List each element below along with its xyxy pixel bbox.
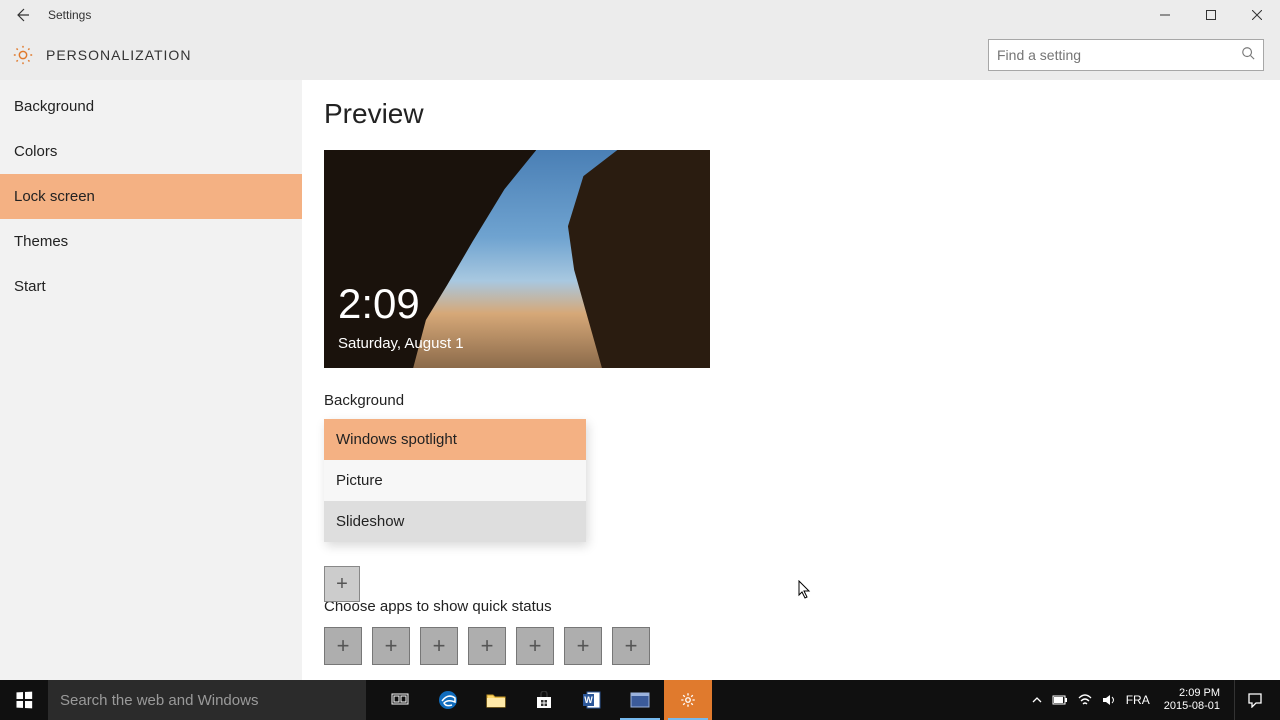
taskbar-search[interactable]: Search the web and Windows [48, 680, 366, 720]
wifi-icon[interactable] [1078, 694, 1092, 706]
content-pane: Preview 2:09 Saturday, August 1 Backgrou… [302, 80, 1280, 680]
search-icon [1241, 46, 1255, 65]
option-label: Slideshow [336, 513, 404, 530]
quick-status-tile[interactable]: + [516, 627, 554, 665]
folder-icon [486, 692, 506, 708]
edge-button[interactable] [424, 680, 472, 720]
back-button[interactable] [0, 0, 44, 30]
sidebar-item-label: Themes [14, 233, 68, 250]
sidebar-item-colors[interactable]: Colors [0, 129, 302, 174]
settings-search-input[interactable] [997, 47, 1241, 63]
preview-heading: Preview [324, 98, 1258, 130]
option-label: Picture [336, 472, 383, 489]
background-label: Background [324, 392, 1258, 409]
sidebar-item-label: Background [14, 98, 94, 115]
titlebar: Settings [0, 0, 1280, 30]
settings-search[interactable] [988, 39, 1264, 71]
word-icon: W [582, 690, 602, 710]
edge-icon [438, 690, 458, 710]
close-button[interactable] [1234, 0, 1280, 30]
sidebar-item-background[interactable]: Background [0, 84, 302, 129]
task-view-button[interactable] [376, 680, 424, 720]
sidebar-item-label: Start [14, 278, 46, 295]
tray-chevron-icon[interactable] [1032, 695, 1042, 705]
option-slideshow[interactable]: Slideshow [324, 501, 586, 542]
category-title: PERSONALIZATION [46, 47, 191, 63]
language-indicator[interactable]: FRA [1126, 693, 1150, 707]
notification-icon [1247, 692, 1263, 708]
option-windows-spotlight[interactable]: Windows spotlight [324, 419, 586, 460]
header-row: PERSONALIZATION [0, 30, 1280, 80]
window-title: Settings [48, 8, 91, 22]
task-icons: W [376, 680, 712, 720]
cursor-icon [798, 580, 812, 600]
task-view-icon [391, 693, 409, 707]
option-label: Windows spotlight [336, 431, 457, 448]
sidebar-item-label: Colors [14, 143, 57, 160]
maximize-icon [1206, 10, 1216, 20]
close-icon [1252, 10, 1262, 20]
option-picture[interactable]: Picture [324, 460, 586, 501]
settings-window: Settings PERSONALIZATION Background Colo… [0, 0, 1280, 680]
app-button[interactable] [616, 680, 664, 720]
arrow-left-icon [14, 7, 30, 23]
quick-status-tile[interactable]: + [564, 627, 602, 665]
lockscreen-preview: 2:09 Saturday, August 1 [324, 150, 710, 368]
quick-status-tile[interactable]: + [420, 627, 458, 665]
store-icon [535, 691, 553, 709]
taskbar-search-placeholder: Search the web and Windows [60, 692, 258, 709]
minimize-button[interactable] [1142, 0, 1188, 30]
gear-icon [12, 44, 34, 66]
quick-status-tiles: + + + + + + + [324, 627, 1258, 665]
preview-time: 2:09 [338, 280, 420, 328]
file-explorer-button[interactable] [472, 680, 520, 720]
add-app-detailed-tile[interactable]: + [324, 566, 360, 602]
quick-status-tile[interactable]: + [612, 627, 650, 665]
taskbar-clock[interactable]: 2:09 PM 2015-08-01 [1160, 687, 1224, 713]
start-button[interactable] [0, 680, 48, 720]
sidebar-item-lock-screen[interactable]: Lock screen [0, 174, 302, 219]
clock-date: 2015-08-01 [1164, 700, 1220, 713]
quick-status-tile[interactable]: + [372, 627, 410, 665]
system-tray: FRA 2:09 PM 2015-08-01 [1032, 680, 1280, 720]
minimize-icon [1160, 10, 1170, 20]
taskbar: Search the web and Windows W FRA [0, 680, 1280, 720]
sidebar-item-themes[interactable]: Themes [0, 219, 302, 264]
svg-text:W: W [584, 695, 593, 705]
background-dropdown[interactable]: Windows spotlight Picture Slideshow [324, 419, 586, 542]
gear-icon [679, 691, 697, 709]
action-center-button[interactable] [1234, 680, 1274, 720]
clock-time: 2:09 PM [1164, 687, 1220, 700]
quick-status-label: Choose apps to show quick status [324, 598, 1258, 615]
battery-icon[interactable] [1052, 694, 1068, 706]
sidebar-item-label: Lock screen [14, 188, 95, 205]
window-icon [630, 692, 650, 708]
windows-logo-icon [16, 692, 32, 709]
maximize-button[interactable] [1188, 0, 1234, 30]
volume-icon[interactable] [1102, 694, 1116, 706]
sidebar: Background Colors Lock screen Themes Sta… [0, 80, 302, 680]
settings-taskbar-button[interactable] [664, 680, 712, 720]
quick-status-tile[interactable]: + [324, 627, 362, 665]
quick-status-tile[interactable]: + [468, 627, 506, 665]
store-button[interactable] [520, 680, 568, 720]
preview-date: Saturday, August 1 [338, 335, 464, 352]
sidebar-item-start[interactable]: Start [0, 264, 302, 309]
word-button[interactable]: W [568, 680, 616, 720]
